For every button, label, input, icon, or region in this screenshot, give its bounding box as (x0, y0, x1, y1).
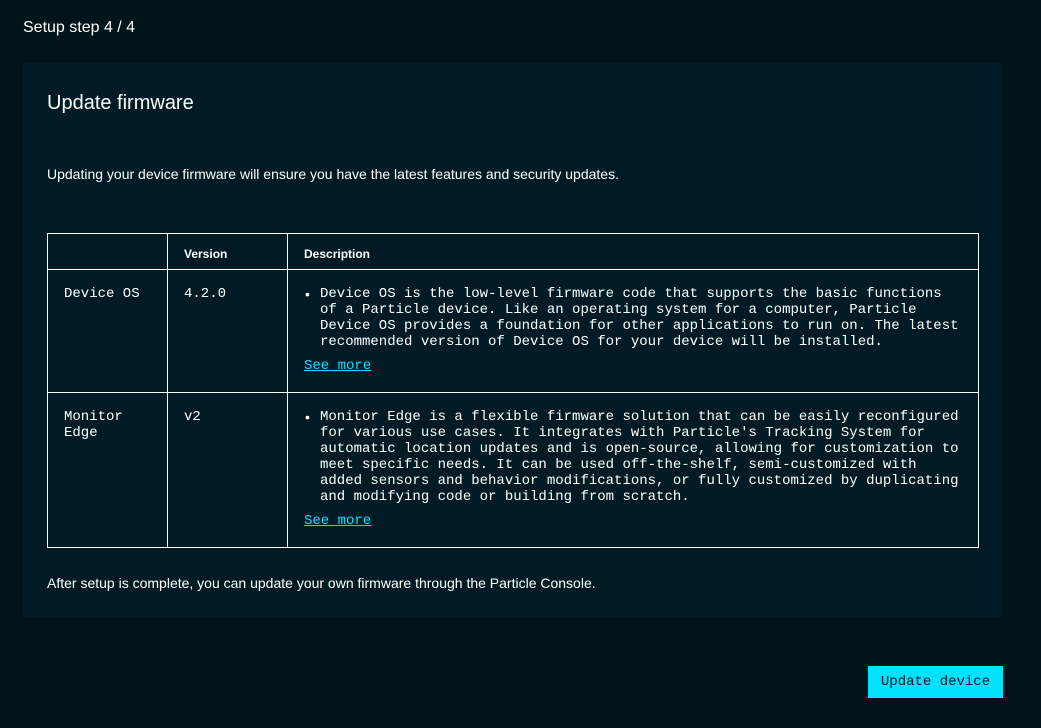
see-more-link[interactable]: See more (304, 513, 371, 529)
column-header-description: Description (287, 233, 979, 270)
table-row: Device OS 4.2.0 Device OS is the low-lev… (47, 269, 979, 393)
description-list: Monitor Edge is a flexible firmware solu… (304, 409, 962, 505)
firmware-version: 4.2.0 (167, 269, 288, 393)
column-header-version: Version (167, 233, 288, 270)
card-title: Update firmware (47, 92, 194, 114)
update-firmware-card: Update firmware Updating your device fir… (23, 63, 1003, 617)
firmware-table: Version Description Device OS 4.2.0 Devi… (47, 233, 979, 548)
firmware-description-cell: Monitor Edge is a flexible firmware solu… (287, 392, 979, 548)
table-row: Monitor Edge v2 Monitor Edge is a flexib… (47, 392, 979, 548)
firmware-description-cell: Device OS is the low-level firmware code… (287, 269, 979, 393)
firmware-name: Device OS (47, 269, 168, 393)
update-device-button[interactable]: Update device (868, 666, 1003, 698)
table-header-row: Version Description (47, 233, 979, 270)
setup-step-label: Setup step 4 / 4 (23, 19, 136, 36)
description-text: Device OS is the low-level firmware code… (305, 286, 962, 350)
see-more-link[interactable]: See more (304, 358, 371, 374)
description-text: Monitor Edge is a flexible firmware solu… (305, 409, 962, 505)
firmware-version: v2 (167, 392, 288, 548)
footer-note: After setup is complete, you can update … (47, 575, 596, 591)
column-header-name (47, 233, 168, 270)
firmware-name: Monitor Edge (47, 392, 168, 548)
description-list: Device OS is the low-level firmware code… (304, 286, 962, 350)
card-intro-text: Updating your device firmware will ensur… (47, 166, 619, 182)
